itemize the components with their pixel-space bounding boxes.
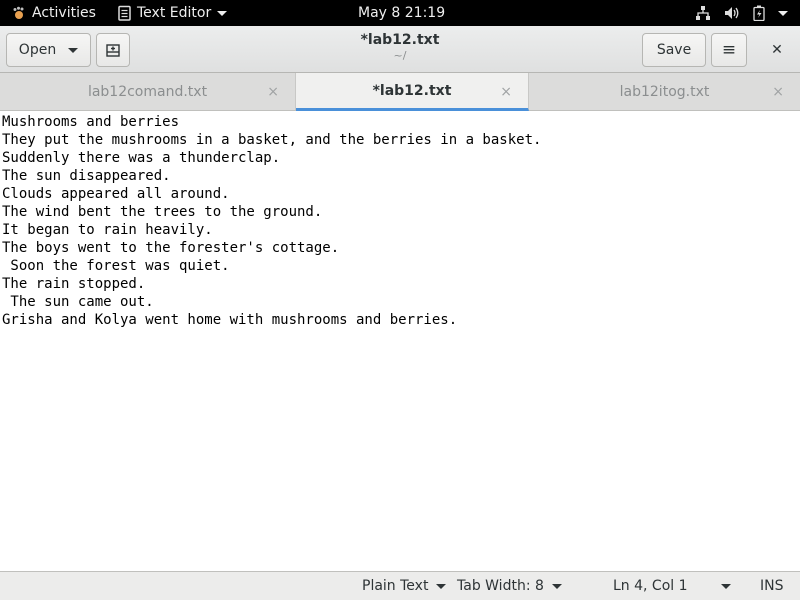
text-line[interactable]: It began to rain heavily.	[2, 221, 798, 239]
open-button-label: Open	[18, 42, 57, 58]
volume-icon	[725, 7, 739, 19]
cursor-position-label: Ln 4, Col 1	[613, 578, 688, 594]
tab-bar: lab12comand.txt × *lab12.txt × lab12itog…	[0, 73, 800, 111]
text-line[interactable]: The rain stopped.	[2, 275, 798, 293]
insert-mode-indicator[interactable]: INS	[760, 572, 784, 600]
window-title: *lab12.txt ~/	[300, 32, 500, 62]
text-line[interactable]: They put the mushrooms in a basket, and …	[2, 131, 798, 149]
activities-button[interactable]: Activities	[12, 0, 96, 26]
text-line[interactable]: The sun came out.	[2, 293, 798, 311]
tab-lab12[interactable]: *lab12.txt ×	[296, 73, 529, 111]
chevron-down-icon	[217, 10, 228, 16]
close-tab-icon[interactable]: ×	[500, 84, 512, 100]
tab-lab12itog[interactable]: lab12itog.txt ×	[529, 73, 800, 110]
text-line[interactable]: Soon the forest was quiet.	[2, 257, 798, 275]
save-button-label: Save	[656, 42, 692, 58]
close-tab-icon[interactable]: ×	[772, 84, 784, 100]
open-button[interactable]: Open	[6, 33, 91, 67]
top-bar: Activities Text Editor May 8 21:19	[0, 0, 800, 26]
text-editor-area[interactable]: Mushrooms and berries They put the mushr…	[0, 111, 800, 571]
tab-label: lab12itog.txt	[619, 83, 710, 100]
text-editor-icon	[118, 5, 131, 21]
insert-mode-label: INS	[760, 578, 784, 594]
text-line[interactable]: The sun disappeared.	[2, 167, 798, 185]
text-line[interactable]: Mushrooms and berries	[2, 113, 798, 131]
app-menu-button[interactable]: Text Editor	[118, 0, 228, 26]
text-line[interactable]: The wind bent the trees to the ground.	[2, 203, 798, 221]
status-bar: Plain Text Tab Width: 8 Ln 4, Col 1 INS	[0, 571, 800, 600]
chevron-down-icon	[436, 583, 447, 589]
close-icon: ✕	[771, 42, 783, 58]
cursor-position-selector[interactable]: Ln 4, Col 1	[613, 572, 731, 600]
gnome-foot-icon	[13, 6, 24, 19]
chevron-down-icon	[721, 583, 731, 589]
new-document-button[interactable]	[96, 33, 130, 67]
text-line[interactable]: Grisha and Kolya went home with mushroom…	[2, 311, 798, 329]
tab-label: *lab12.txt	[372, 82, 452, 99]
network-icon	[696, 6, 710, 20]
close-tab-icon[interactable]: ×	[267, 84, 279, 100]
activities-label: Activities	[32, 5, 96, 21]
chevron-down-icon	[778, 10, 788, 16]
chevron-down-icon	[551, 583, 562, 589]
tab-width-selector[interactable]: Tab Width: 8	[457, 572, 562, 600]
header-bar: Open *lab12.txt ~/ Save ≡ ✕	[0, 26, 800, 73]
text-line[interactable]: The boys went to the forester's cottage.	[2, 239, 798, 257]
app-menu-label: Text Editor	[137, 5, 212, 21]
document-title: *lab12.txt	[360, 32, 440, 48]
new-document-icon	[106, 44, 120, 57]
tab-width-label: Tab Width: 8	[457, 578, 544, 594]
language-selector[interactable]: Plain Text	[362, 572, 447, 600]
chevron-down-icon	[68, 47, 79, 53]
tab-label: lab12comand.txt	[87, 83, 208, 100]
hamburger-menu-icon: ≡	[721, 40, 737, 60]
clock[interactable]: May 8 21:19	[358, 0, 445, 26]
menu-button[interactable]: ≡	[711, 33, 747, 67]
text-line[interactable]: Clouds appeared all around.	[2, 185, 798, 203]
language-label: Plain Text	[362, 578, 429, 594]
window-close-button[interactable]: ✕	[760, 33, 794, 67]
tab-lab12comand[interactable]: lab12comand.txt ×	[0, 73, 296, 110]
save-button[interactable]: Save	[642, 33, 706, 67]
battery-icon	[753, 5, 765, 21]
document-path: ~/	[393, 49, 407, 62]
system-status-area[interactable]	[695, 0, 788, 26]
text-line[interactable]: Suddenly there was a thunderclap.	[2, 149, 798, 167]
